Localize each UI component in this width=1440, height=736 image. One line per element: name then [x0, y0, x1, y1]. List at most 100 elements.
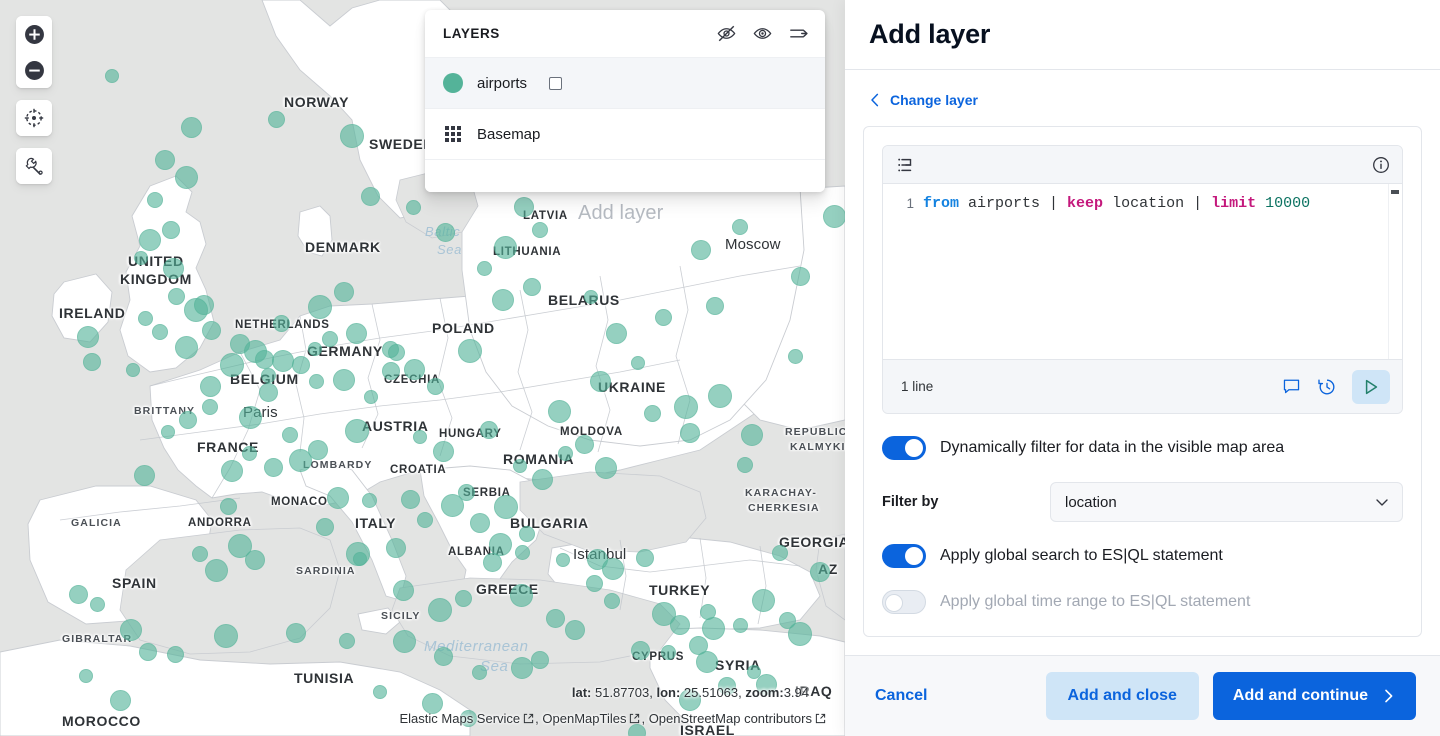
map-data-point[interactable]: [433, 441, 454, 462]
map-data-point[interactable]: [346, 323, 367, 344]
map-data-point[interactable]: [404, 359, 425, 380]
attribution-link-elastic[interactable]: Elastic Maps Service: [400, 711, 536, 726]
map-data-point[interactable]: [162, 221, 180, 239]
map-data-point[interactable]: [427, 378, 444, 395]
map-data-point[interactable]: [575, 435, 594, 454]
comment-icon[interactable]: [1276, 372, 1306, 402]
map-data-point[interactable]: [259, 383, 278, 402]
map-data-point[interactable]: [382, 362, 400, 380]
map-data-point[interactable]: [511, 657, 533, 679]
attribution-link-openmaptiles[interactable]: OpenMapTiles: [542, 711, 641, 726]
map-data-point[interactable]: [322, 331, 338, 347]
map-data-point[interactable]: [168, 288, 185, 305]
layer-list-item-basemap[interactable]: Basemap: [425, 109, 825, 160]
map-data-point[interactable]: [245, 550, 265, 570]
map-data-point[interactable]: [631, 356, 645, 370]
map-data-point[interactable]: [441, 494, 464, 517]
map-data-point[interactable]: [220, 498, 237, 515]
map-data-point[interactable]: [691, 240, 711, 260]
map-data-point[interactable]: [515, 545, 530, 560]
map-data-point[interactable]: [134, 251, 148, 265]
map-data-point[interactable]: [308, 295, 332, 319]
map-data-point[interactable]: [480, 421, 498, 439]
map-data-point[interactable]: [644, 405, 661, 422]
map-data-point[interactable]: [772, 545, 788, 561]
map-data-point[interactable]: [373, 685, 387, 699]
map-data-point[interactable]: [401, 490, 420, 509]
layers-panel[interactable]: LAYERS: [425, 10, 825, 192]
map-data-point[interactable]: [732, 219, 748, 235]
map-data-point[interactable]: [696, 651, 718, 673]
map-data-point[interactable]: [470, 513, 490, 533]
map-data-point[interactable]: [161, 425, 175, 439]
add-and-close-button[interactable]: Add and close: [1046, 672, 1199, 720]
map-data-point[interactable]: [167, 646, 184, 663]
map-data-point[interactable]: [791, 267, 810, 286]
map-data-point[interactable]: [733, 618, 748, 633]
option-row-global-search[interactable]: Apply global search to ES|QL statement: [882, 544, 1403, 568]
map-data-point[interactable]: [364, 390, 378, 404]
map-data-point[interactable]: [179, 411, 197, 429]
filter-by-select[interactable]: location: [1050, 482, 1403, 522]
map-data-point[interactable]: [810, 562, 830, 582]
map-data-point[interactable]: [230, 334, 250, 354]
map-data-point[interactable]: [428, 598, 452, 622]
layer-checkbox-airports[interactable]: [549, 77, 562, 90]
cancel-button[interactable]: Cancel: [869, 677, 933, 715]
map-data-point[interactable]: [458, 339, 482, 363]
map-data-point[interactable]: [308, 342, 322, 356]
map-data-point[interactable]: [406, 200, 421, 215]
query-history-icon[interactable]: [1312, 372, 1342, 402]
map-data-point[interactable]: [90, 597, 105, 612]
map-data-point[interactable]: [417, 512, 433, 528]
editor-scrollbar[interactable]: [1388, 184, 1402, 359]
zoom-in-button[interactable]: [16, 16, 52, 52]
map-data-point[interactable]: [510, 584, 533, 607]
map-data-point[interactable]: [587, 549, 608, 570]
map-data-point[interactable]: [273, 315, 290, 332]
map-data-point[interactable]: [339, 633, 355, 649]
map-data-point[interactable]: [636, 549, 654, 567]
map-data-point[interactable]: [264, 458, 283, 477]
map-data-point[interactable]: [221, 460, 243, 482]
map-data-point[interactable]: [214, 624, 238, 648]
option-row-dynamic-filter[interactable]: Dynamically filter for data in the visib…: [882, 436, 1403, 460]
map-data-point[interactable]: [434, 647, 453, 666]
map-data-point[interactable]: [340, 124, 364, 148]
editor-expand-icon[interactable]: [897, 156, 915, 174]
map-data-point[interactable]: [134, 465, 155, 486]
map-data-point[interactable]: [472, 665, 487, 680]
map-data-point[interactable]: [202, 321, 221, 340]
collapse-panel-icon[interactable]: [787, 23, 809, 45]
map-data-point[interactable]: [175, 336, 198, 359]
map-data-point[interactable]: [205, 559, 228, 582]
map-data-point[interactable]: [202, 399, 218, 415]
map-data-point[interactable]: [737, 457, 753, 473]
map-data-point[interactable]: [494, 495, 518, 519]
map-data-point[interactable]: [631, 641, 650, 660]
map-data-point[interactable]: [139, 643, 157, 661]
show-all-layers-icon[interactable]: [751, 23, 773, 45]
map-data-point[interactable]: [282, 427, 298, 443]
map-data-point[interactable]: [309, 374, 324, 389]
map-data-point[interactable]: [708, 384, 732, 408]
map-data-point[interactable]: [548, 400, 571, 423]
map-data-point[interactable]: [519, 526, 535, 542]
map-data-point[interactable]: [532, 222, 548, 238]
map-data-point[interactable]: [436, 223, 455, 242]
map-data-point[interactable]: [788, 622, 812, 646]
map-data-point[interactable]: [316, 518, 334, 536]
map-data-point[interactable]: [345, 419, 369, 443]
map-data-point[interactable]: [565, 620, 585, 640]
map-data-point[interactable]: [680, 423, 700, 443]
map-data-point[interactable]: [483, 553, 502, 572]
map-data-point[interactable]: [242, 446, 257, 461]
zoom-control-group[interactable]: [16, 16, 52, 88]
map-data-point[interactable]: [126, 363, 140, 377]
map-data-point[interactable]: [413, 430, 427, 444]
map-data-point[interactable]: [272, 350, 294, 372]
map-data-point[interactable]: [83, 353, 101, 371]
esql-editor[interactable]: 1 from airports | keep location | limit …: [882, 145, 1403, 414]
map-data-point[interactable]: [590, 371, 611, 392]
map-data-point[interactable]: [327, 487, 349, 509]
